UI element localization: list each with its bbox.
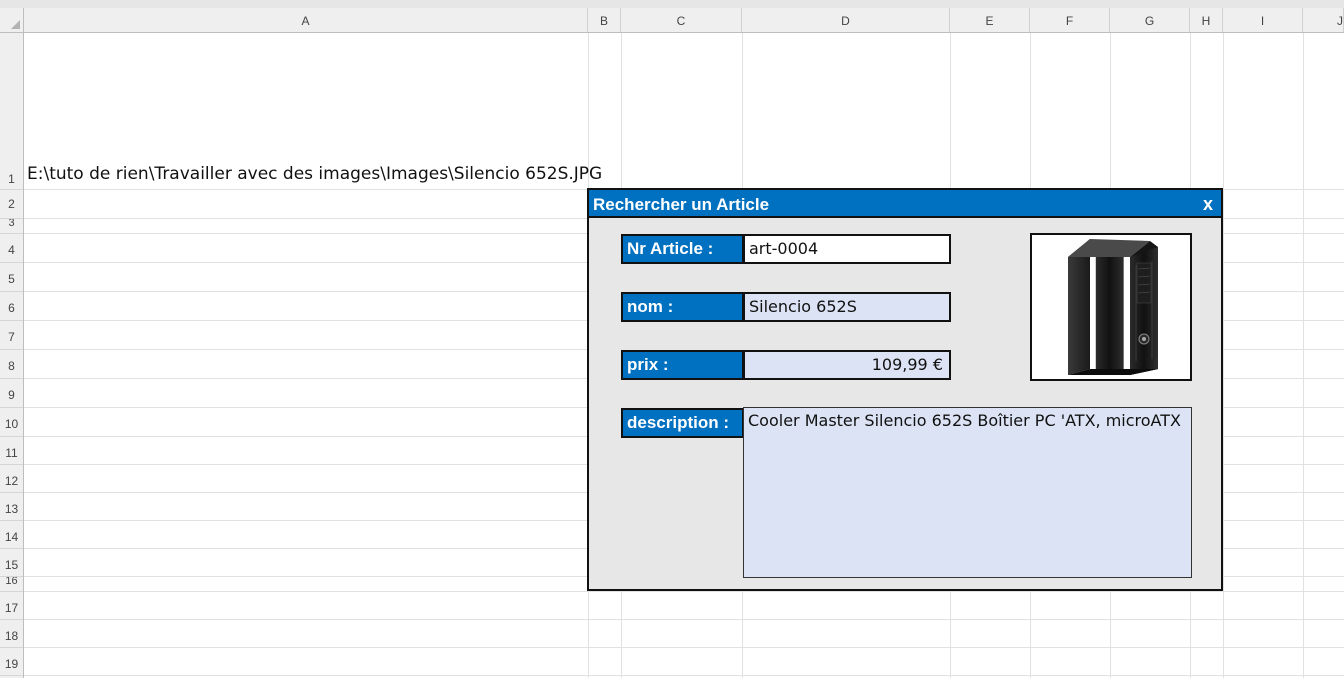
row-header-9[interactable]: 9 xyxy=(0,379,23,408)
ribbon-strip xyxy=(0,0,1344,8)
description-field[interactable]: Cooler Master Silencio 652S Boîtier PC '… xyxy=(743,407,1192,578)
row-header-17[interactable]: 17 xyxy=(0,592,23,620)
search-article-form: Rechercher un Article x Nr Article : art… xyxy=(587,188,1223,591)
row-header-10[interactable]: 10 xyxy=(0,408,23,437)
gridline xyxy=(24,647,1344,648)
row-header-8[interactable]: 8 xyxy=(0,350,23,379)
article-image xyxy=(1030,233,1192,381)
prix-label: prix : xyxy=(621,350,744,380)
column-header-g[interactable]: G xyxy=(1110,8,1190,32)
nom-label: nom : xyxy=(621,292,744,322)
gridline xyxy=(24,619,1344,620)
row-header-2[interactable]: 2 xyxy=(0,190,23,219)
row-header-7[interactable]: 7 xyxy=(0,321,23,350)
column-header-a[interactable]: A xyxy=(24,8,588,32)
close-button[interactable]: x xyxy=(1203,194,1213,215)
prix-field[interactable]: 109,99 € xyxy=(743,350,951,380)
nr-article-label: Nr Article : xyxy=(621,234,744,264)
row-header-19[interactable]: 19 xyxy=(0,648,23,676)
row-header-14[interactable]: 14 xyxy=(0,521,23,549)
row-header-3[interactable]: 3 xyxy=(0,219,23,234)
nom-field[interactable]: Silencio 652S xyxy=(743,292,951,322)
row-header-6[interactable]: 6 xyxy=(0,292,23,321)
column-header-i[interactable]: I xyxy=(1223,8,1303,32)
pc-case-icon xyxy=(1068,239,1158,375)
column-header-e[interactable]: E xyxy=(950,8,1030,32)
gridline xyxy=(1303,33,1304,678)
column-header-d[interactable]: D xyxy=(742,8,950,32)
row-header-5[interactable]: 5 xyxy=(0,263,23,292)
column-header-c[interactable]: C xyxy=(621,8,742,32)
column-header-j[interactable]: J xyxy=(1303,8,1344,32)
row-header-15[interactable]: 15 xyxy=(0,549,23,577)
gridline xyxy=(1223,33,1224,678)
row-header-4[interactable]: 4 xyxy=(0,234,23,263)
row-header-11[interactable]: 11 xyxy=(0,437,23,465)
cell-a1[interactable]: E:\tuto de rien\Travailler avec des imag… xyxy=(27,164,602,184)
gridline xyxy=(24,675,1344,676)
select-all-button[interactable] xyxy=(0,8,24,33)
column-header-h[interactable]: H xyxy=(1190,8,1223,32)
gridline xyxy=(24,591,1344,592)
description-label: description : xyxy=(621,408,744,438)
form-title: Rechercher un Article xyxy=(593,195,770,214)
column-header-b[interactable]: B xyxy=(588,8,621,32)
column-header-f[interactable]: F xyxy=(1030,8,1110,32)
nr-article-input[interactable]: art-0004 xyxy=(743,234,951,264)
form-title-bar: Rechercher un Article x xyxy=(589,190,1221,218)
row-header-12[interactable]: 12 xyxy=(0,465,23,493)
row-header-1[interactable]: 1 xyxy=(0,33,23,190)
row-header-13[interactable]: 13 xyxy=(0,493,23,521)
row-header-18[interactable]: 18 xyxy=(0,620,23,648)
row-header-16[interactable]: 16 xyxy=(0,577,23,592)
